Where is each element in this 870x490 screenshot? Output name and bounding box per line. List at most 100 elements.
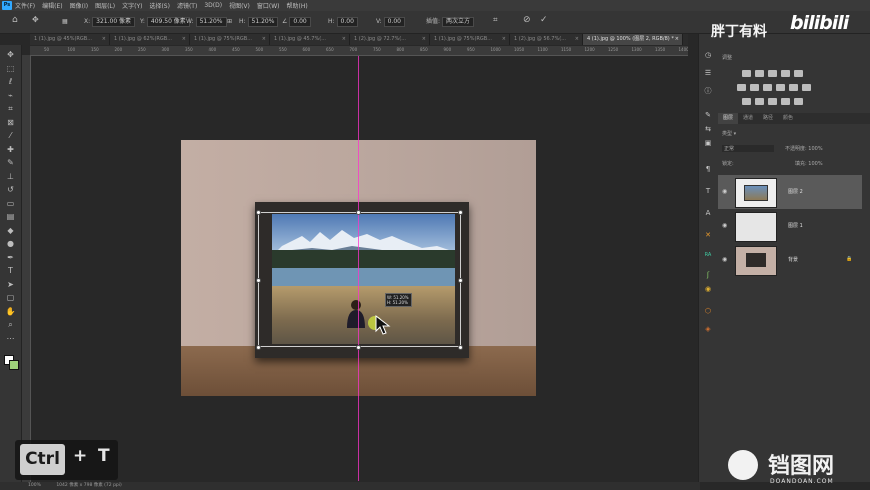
frame-icon[interactable]: ⊠ (5, 117, 16, 128)
commit-transform-icon[interactable]: ✓ (540, 15, 548, 25)
vertical-ruler[interactable] (22, 55, 31, 482)
v-skew-field[interactable]: V: 0.00 (376, 17, 405, 27)
tab-paths[interactable]: 路径 (758, 113, 778, 124)
ra-plugin-icon[interactable]: RA (703, 250, 713, 260)
channel-mixer-icon[interactable] (789, 84, 798, 91)
close-icon[interactable]: × (575, 34, 579, 45)
transform-handle-left[interactable] (256, 278, 261, 283)
zoom-level[interactable]: 100% (28, 483, 41, 488)
type-icon[interactable]: T (5, 265, 16, 276)
tab-document-2[interactable]: 1 (1).jpg @ 62%(RGB... × (110, 34, 190, 45)
eye-icon[interactable]: ◉ (722, 256, 727, 263)
brush-icon[interactable]: ✎ (5, 157, 16, 168)
link-icon[interactable]: ⊞ (227, 17, 232, 27)
styles-icon[interactable]: ▣ (703, 138, 713, 148)
menu-image[interactable]: 图像(I) (70, 1, 88, 10)
horizontal-ruler[interactable]: 50 100 150 200 250 300 350 400 450 500 550 600 650 70… (30, 46, 688, 56)
close-icon[interactable]: × (422, 34, 426, 45)
menu-3d[interactable]: 3D(D) (204, 2, 222, 9)
tab-document-5[interactable]: 1 (2).jpg @ 72.7%(... × (350, 34, 430, 45)
transform-handle-bottom-left[interactable] (256, 345, 261, 350)
menu-type[interactable]: 文字(Y) (122, 1, 142, 10)
crop-icon[interactable]: ⌗ (5, 103, 16, 114)
photo-filter-icon[interactable] (776, 84, 785, 91)
menu-view[interactable]: 视图(V) (229, 1, 250, 10)
close-icon[interactable]: × (342, 34, 346, 45)
h-skew-field[interactable]: H: 0.00 (328, 17, 358, 27)
path-select-icon[interactable]: ➤ (5, 279, 16, 290)
character-icon[interactable]: T (703, 186, 713, 196)
black-white-icon[interactable] (763, 84, 772, 91)
hue-icon[interactable] (737, 84, 746, 91)
brightness-icon[interactable] (742, 70, 751, 77)
pen-icon[interactable]: ✒ (5, 252, 16, 263)
shape-icon[interactable]: ▢ (5, 292, 16, 303)
height-field[interactable]: H: 51.20% (239, 17, 279, 27)
tab-document-7[interactable]: 1 (2).jpg @ 56.7%(... × (510, 34, 583, 45)
eraser-icon[interactable]: ▭ (5, 198, 16, 209)
eyedropper-icon[interactable]: ⁄ (5, 130, 16, 141)
tab-color[interactable]: 颜色 (778, 113, 798, 124)
gradient-map-icon[interactable] (781, 98, 790, 105)
tab-layers[interactable]: 图层 (718, 113, 739, 124)
transform-handle-bottom-right[interactable] (458, 345, 463, 350)
lasso-icon[interactable]: ℓ (5, 76, 16, 87)
adjust-icon[interactable]: ⇆ (703, 124, 713, 134)
tab-channels[interactable]: 通道 (738, 113, 758, 124)
eye-icon[interactable]: ◉ (722, 188, 727, 195)
x-field[interactable]: X: 321.00 像素 (84, 17, 136, 27)
menu-edit[interactable]: 编辑(E) (42, 1, 62, 10)
fill-field[interactable]: 填充: 100% (795, 160, 823, 167)
marquee-icon[interactable]: ⬚ (5, 63, 16, 74)
tools-plugin-icon[interactable]: ✕ (703, 230, 713, 240)
color-wheel-icon[interactable]: ◉ (703, 284, 713, 294)
properties-icon[interactable]: ☰ (703, 68, 713, 78)
close-icon[interactable]: × (262, 34, 266, 45)
more-icon[interactable]: ⋯ (5, 333, 16, 344)
layer-name[interactable]: 背景 (788, 256, 798, 263)
menu-file[interactable]: 文件(F) (15, 1, 35, 10)
reference-point-icon[interactable]: ▦ (62, 17, 68, 27)
cube-plugin-icon[interactable]: ⬡ (703, 306, 713, 316)
info-icon[interactable]: ⓘ (703, 86, 713, 96)
menu-help[interactable]: 帮助(H) (287, 1, 308, 10)
levels-icon[interactable] (755, 70, 764, 77)
dodge-icon[interactable]: ● (5, 238, 16, 249)
close-icon[interactable]: × (675, 34, 679, 45)
width-field[interactable]: W: 51.20% (186, 17, 227, 27)
close-icon[interactable]: × (182, 34, 186, 45)
opacity-field[interactable]: 不透明度: 100% (785, 145, 823, 152)
layer-row[interactable]: ◉ 背景 🔒 (718, 243, 862, 277)
interpolation-select[interactable]: 插值: 两次立方 (426, 17, 475, 27)
color-balance-icon[interactable] (750, 84, 759, 91)
warp-icon[interactable]: ⌗ (493, 15, 498, 25)
blur-icon[interactable]: ◆ (5, 225, 16, 236)
blend-mode-select[interactable]: 正常 (722, 145, 774, 152)
tab-document-active[interactable]: 4 (1).jpg @ 100% (图层 2, RGB/8) * × (583, 34, 683, 45)
history-brush-icon[interactable]: ↺ (5, 184, 16, 195)
move-icon[interactable]: ✥ (5, 49, 16, 60)
layer-row[interactable]: ◉ 图层 2 (718, 175, 862, 209)
invert-icon[interactable] (742, 98, 751, 105)
transform-handle-right[interactable] (458, 278, 463, 283)
type-style-icon[interactable]: A (703, 208, 713, 218)
y-field[interactable]: Y: 409.50 像素 (140, 17, 190, 27)
brush-settings-icon[interactable]: ✎ (703, 110, 713, 120)
home-icon[interactable]: ⌂ (12, 15, 18, 25)
posterize-icon[interactable] (755, 98, 764, 105)
eye-icon[interactable]: ◉ (722, 222, 727, 229)
color-lookup-icon[interactable] (802, 84, 811, 91)
tab-document-4[interactable]: 1 (1).jpg @ 45.7%(... × (270, 34, 350, 45)
vibrance-icon[interactable] (794, 70, 803, 77)
layer-row[interactable]: ◉ 图层 1 (718, 209, 862, 243)
zoom-icon[interactable]: ⌕ (5, 319, 16, 330)
menu-layer[interactable]: 图层(L) (95, 1, 115, 10)
layer-name[interactable]: 图层 1 (788, 222, 803, 229)
move-tool-icon[interactable]: ✥ (32, 15, 39, 25)
gradient-icon[interactable]: ▤ (5, 211, 16, 222)
transform-handle-bottom[interactable] (356, 345, 361, 350)
close-icon[interactable]: × (102, 34, 106, 45)
transform-handle-top-right[interactable] (458, 210, 463, 215)
close-icon[interactable]: × (502, 34, 506, 45)
transform-bounding-box[interactable] (258, 212, 461, 347)
